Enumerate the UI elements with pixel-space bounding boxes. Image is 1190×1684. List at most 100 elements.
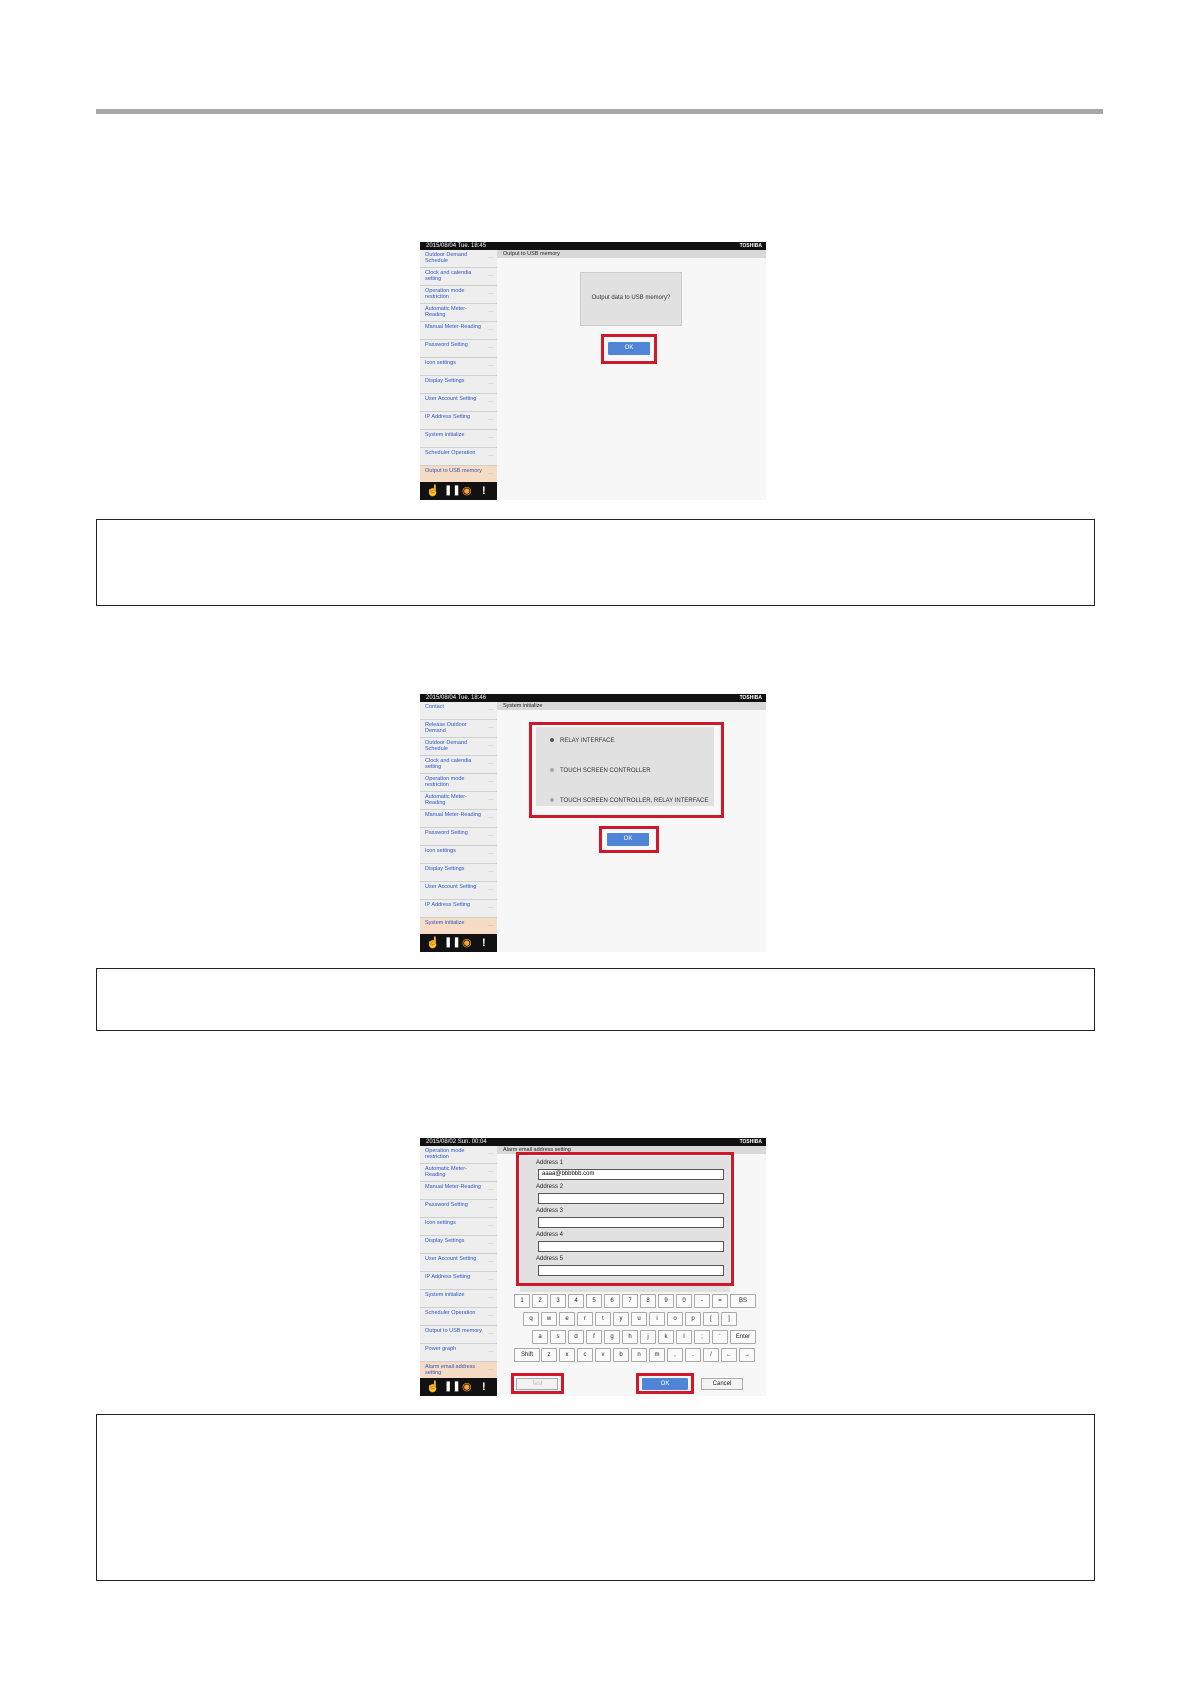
key[interactable]: = xyxy=(712,1294,728,1308)
sidebar-item[interactable]: Automatic Meter-Reading ··· xyxy=(420,792,497,810)
key[interactable]: ' xyxy=(712,1330,728,1344)
key[interactable]: t xyxy=(595,1312,611,1326)
circle-icon[interactable]: ◉ xyxy=(462,1381,472,1393)
key[interactable]: . xyxy=(685,1348,701,1362)
key[interactable]: 9 xyxy=(658,1294,674,1308)
sidebar-item[interactable]: Password Setting ··· xyxy=(420,1200,497,1218)
key[interactable]: d xyxy=(568,1330,584,1344)
key[interactable]: b xyxy=(613,1348,629,1362)
sidebar-item[interactable]: IP Address Setting ··· xyxy=(420,900,497,918)
sidebar-item[interactable]: Scheduler Operation ··· xyxy=(420,1308,497,1326)
key[interactable]: h xyxy=(622,1330,638,1344)
key[interactable]: g xyxy=(604,1330,620,1344)
hand-icon[interactable]: ☝ xyxy=(426,1381,440,1393)
sidebar-item[interactable]: Icon settings ··· xyxy=(420,358,497,376)
key[interactable]: w xyxy=(541,1312,557,1326)
sidebar-item[interactable]: Password Setting ··· xyxy=(420,340,497,358)
sidebar-item[interactable]: Contact ··· xyxy=(420,702,497,720)
sidebar-item[interactable]: Operation mode restriction ··· xyxy=(420,286,497,304)
sidebar-item[interactable]: User Account Setting ··· xyxy=(420,394,497,412)
key[interactable]: z xyxy=(541,1348,557,1362)
key[interactable]: 1 xyxy=(514,1294,530,1308)
sidebar-item[interactable]: Outdoor Demand Schedule ··· xyxy=(420,738,497,756)
sidebar-item[interactable]: Manual Meter-Reading ··· xyxy=(420,810,497,828)
key[interactable]: 8 xyxy=(640,1294,656,1308)
sidebar-item[interactable]: IP Address Setting ··· xyxy=(420,412,497,430)
key[interactable]: x xyxy=(559,1348,575,1362)
pause-icon[interactable]: ❚❚ xyxy=(444,485,461,497)
key[interactable]: c xyxy=(577,1348,593,1362)
key[interactable]: ; xyxy=(694,1330,710,1344)
key[interactable]: y xyxy=(613,1312,629,1326)
sidebar-item[interactable]: System initialize ··· xyxy=(420,430,497,448)
sidebar-item[interactable]: Operation mode restriction ··· xyxy=(420,1146,497,1164)
key[interactable]: 5 xyxy=(586,1294,602,1308)
sidebar-item[interactable]: Scheduler Operation ··· xyxy=(420,448,497,466)
key[interactable]: 0 xyxy=(676,1294,692,1308)
alert-icon[interactable]: ! xyxy=(482,1381,486,1393)
key[interactable]: [ xyxy=(703,1312,719,1326)
shift-key[interactable]: Shift xyxy=(514,1348,540,1362)
sidebar-item[interactable]: Icon settings ··· xyxy=(420,1218,497,1236)
sidebar-item[interactable]: Display Settings ··· xyxy=(420,376,497,394)
arrow-left-key[interactable]: ← xyxy=(721,1348,737,1362)
sidebar-item[interactable]: Operation mode restriction ··· xyxy=(420,774,497,792)
key[interactable]: 3 xyxy=(550,1294,566,1308)
sidebar-item[interactable]: Clock and calendia setting ··· xyxy=(420,268,497,286)
sidebar-item-active[interactable]: Alarm email address setting ··· xyxy=(420,1362,497,1378)
key[interactable]: - xyxy=(694,1294,710,1308)
sidebar-item[interactable]: User Account Setting ··· xyxy=(420,1254,497,1272)
key[interactable]: f xyxy=(586,1330,602,1344)
cancel-button[interactable]: Cancel xyxy=(701,1378,743,1390)
key[interactable]: r xyxy=(577,1312,593,1326)
sidebar-item[interactable]: Manual Meter-Reading ··· xyxy=(420,322,497,340)
key[interactable]: a xyxy=(532,1330,548,1344)
sidebar-item[interactable]: Outdoor Demand Schedule ··· xyxy=(420,250,497,268)
key[interactable]: ] xyxy=(721,1312,737,1326)
sidebar-item[interactable]: Output to USB memory ··· xyxy=(420,1326,497,1344)
key[interactable]: 6 xyxy=(604,1294,620,1308)
key[interactable]: / xyxy=(703,1348,719,1362)
sidebar-item[interactable]: System initialize ··· xyxy=(420,1290,497,1308)
key[interactable]: v xyxy=(595,1348,611,1362)
key[interactable]: e xyxy=(559,1312,575,1326)
sidebar-item-active[interactable]: System initialize ··· xyxy=(420,918,497,934)
ok-button[interactable]: OK xyxy=(608,342,650,355)
sidebar-item[interactable]: Icon settings ··· xyxy=(420,846,497,864)
key[interactable]: , xyxy=(667,1348,683,1362)
sidebar-item[interactable]: Automatic Meter-Reading ··· xyxy=(420,304,497,322)
alert-icon[interactable]: ! xyxy=(482,485,486,497)
key[interactable]: l xyxy=(676,1330,692,1344)
hand-icon[interactable]: ☝ xyxy=(426,485,440,497)
sidebar-item[interactable]: Release Outdoor Demand ··· xyxy=(420,720,497,738)
key[interactable]: s xyxy=(550,1330,566,1344)
key[interactable]: m xyxy=(649,1348,665,1362)
alert-icon[interactable]: ! xyxy=(482,937,486,949)
key[interactable]: k xyxy=(658,1330,674,1344)
hand-icon[interactable]: ☝ xyxy=(426,937,440,949)
key[interactable]: 2 xyxy=(532,1294,548,1308)
pause-icon[interactable]: ❚❚ xyxy=(444,937,461,949)
sidebar-item[interactable]: User Account Setting ··· xyxy=(420,882,497,900)
key[interactable]: 4 xyxy=(568,1294,584,1308)
sidebar-item[interactable]: Clock and calendia setting ··· xyxy=(420,756,497,774)
sidebar-item-active[interactable]: Output to USB memory ··· xyxy=(420,466,497,482)
sidebar-item[interactable]: Password Setting ··· xyxy=(420,828,497,846)
key[interactable]: j xyxy=(640,1330,656,1344)
key[interactable]: i xyxy=(649,1312,665,1326)
circle-icon[interactable]: ◉ xyxy=(462,485,472,497)
ok-button[interactable]: OK xyxy=(607,833,649,846)
sidebar-item[interactable]: Automatic Meter-Reading ··· xyxy=(420,1164,497,1182)
sidebar-item[interactable]: Power graph ··· xyxy=(420,1344,497,1362)
key[interactable]: p xyxy=(685,1312,701,1326)
key[interactable]: o xyxy=(667,1312,683,1326)
key[interactable]: u xyxy=(631,1312,647,1326)
sidebar-item[interactable]: Display Settings ··· xyxy=(420,864,497,882)
key[interactable]: n xyxy=(631,1348,647,1362)
arrow-right-key[interactable]: → xyxy=(739,1348,755,1362)
sidebar-item[interactable]: Manual Meter-Reading ··· xyxy=(420,1182,497,1200)
key[interactable]: 7 xyxy=(622,1294,638,1308)
sidebar-item[interactable]: Display Settings ··· xyxy=(420,1236,497,1254)
pause-icon[interactable]: ❚❚ xyxy=(444,1381,461,1393)
sidebar-item[interactable]: IP Address Setting ··· xyxy=(420,1272,497,1290)
